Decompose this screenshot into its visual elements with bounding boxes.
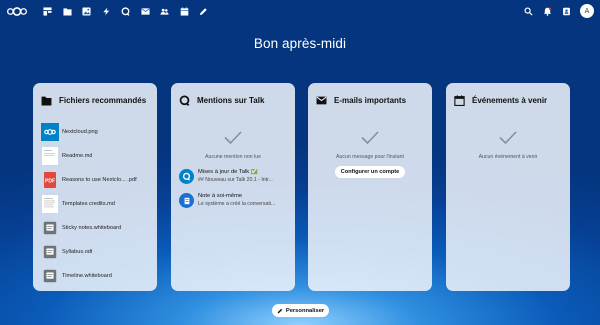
talk-icon[interactable] — [116, 2, 136, 20]
mention-title: Mises à jour de Talk ✅ — [198, 169, 258, 175]
widget-header: E-mails importants — [316, 93, 424, 107]
widget-talk-mentions: Mentions sur Talk Aucune mention non lue… — [171, 83, 295, 291]
talk-icon — [179, 169, 194, 184]
whiteboard-icon — [41, 219, 59, 237]
svg-text:PDF: PDF — [45, 179, 55, 185]
file-thumbnail — [41, 123, 59, 141]
customize-button[interactable]: Personnaliser — [272, 304, 329, 317]
activity-icon[interactable] — [97, 2, 117, 20]
file-name: Timeline.whiteboard — [62, 273, 112, 279]
widget-recommended-files: Fichiers recommandés Nextcloud.png Readm… — [33, 83, 157, 291]
widget-title[interactable]: Mentions sur Talk — [197, 96, 264, 105]
list-item[interactable]: Readme.md — [41, 144, 149, 168]
configure-account-button[interactable]: Configurer un compte — [334, 166, 406, 178]
list-item[interactable]: Nextcloud.png — [41, 120, 149, 144]
nextcloud-logo[interactable] — [6, 4, 28, 18]
file-name: Sticky notes.whiteboard — [62, 225, 122, 231]
widget-title[interactable]: Fichiers recommandés — [59, 96, 146, 105]
empty-message: Aucun événement à venir — [478, 154, 538, 160]
app-menu — [38, 2, 214, 20]
greeting-title: Bon après-midi — [253, 36, 347, 51]
check-icon — [179, 129, 287, 145]
search-icon[interactable] — [519, 2, 538, 20]
note-icon — [179, 193, 194, 208]
file-name: Readme.md — [62, 153, 93, 159]
folder-icon — [41, 94, 53, 106]
list-item[interactable]: Templates credits.md — [41, 192, 149, 216]
file-thumbnail — [41, 147, 59, 165]
list-item[interactable]: Note à soi-même Le système a créé la con… — [179, 193, 287, 208]
empty-message: Aucune mention non lue — [205, 154, 261, 160]
notifications-icon[interactable] — [538, 2, 557, 20]
file-name: Nextcloud.png — [62, 129, 98, 135]
mail-icon — [316, 94, 328, 106]
calendar-icon[interactable] — [175, 2, 195, 20]
widget-header: Fichiers recommandés — [41, 93, 149, 107]
talk-icon — [179, 94, 191, 106]
file-thumbnail — [41, 195, 59, 213]
file-name: Syllabus.odt — [62, 249, 93, 255]
contacts-menu-icon[interactable] — [557, 2, 576, 20]
list-item[interactable]: PDF Reasons to use Nextclo... .pdf — [41, 168, 149, 192]
files-icon[interactable] — [58, 2, 78, 20]
mention-subtitle: ## Nouveau sur Talk 20.1 - Intr... — [198, 177, 273, 183]
check-icon — [316, 129, 424, 145]
dashboard-icon[interactable] — [38, 2, 58, 20]
contacts-icon[interactable] — [155, 2, 175, 20]
pdf-icon: PDF — [41, 171, 59, 189]
notes-icon[interactable] — [194, 2, 214, 20]
photos-icon[interactable] — [77, 2, 97, 20]
mention-subtitle: Le système a créé la conversati... — [198, 201, 276, 207]
whiteboard-icon — [41, 243, 59, 261]
pencil-icon — [277, 308, 282, 313]
mention-title: Note à soi-même — [198, 193, 243, 199]
user-avatar[interactable]: A — [580, 4, 594, 18]
widget-title[interactable]: Événements à venir — [472, 96, 547, 105]
widget-upcoming-events: Événements à venir Aucun événement à ven… — [446, 83, 570, 291]
list-item[interactable]: Syllabus.odt — [41, 240, 149, 264]
customize-label: Personnaliser — [285, 307, 325, 314]
widget-header: Événements à venir — [454, 93, 562, 107]
mail-icon[interactable] — [136, 2, 156, 20]
avatar-initial: A — [584, 7, 590, 15]
header-right: A — [519, 2, 594, 20]
top-bar: A — [0, 0, 600, 22]
list-item[interactable]: Mises à jour de Talk ✅ ## Nouveau sur Ta… — [179, 169, 287, 184]
check-icon — [454, 129, 562, 145]
whiteboard-icon — [41, 267, 59, 285]
file-name: Templates credits.md — [62, 201, 115, 207]
empty-message: Aucun message pour l'instant — [336, 154, 404, 160]
widget-important-emails: E-mails importants Aucun message pour l'… — [308, 83, 432, 291]
file-name: Reasons to use Nextclo... .pdf — [62, 177, 137, 183]
widget-title[interactable]: E-mails importants — [334, 96, 406, 105]
calendar-icon — [454, 94, 466, 106]
list-item[interactable]: Timeline.whiteboard — [41, 264, 149, 288]
file-list: Nextcloud.png Readme.md PDF Reasons to u… — [41, 120, 149, 288]
widget-header: Mentions sur Talk — [179, 93, 287, 107]
list-item[interactable]: Sticky notes.whiteboard — [41, 216, 149, 240]
